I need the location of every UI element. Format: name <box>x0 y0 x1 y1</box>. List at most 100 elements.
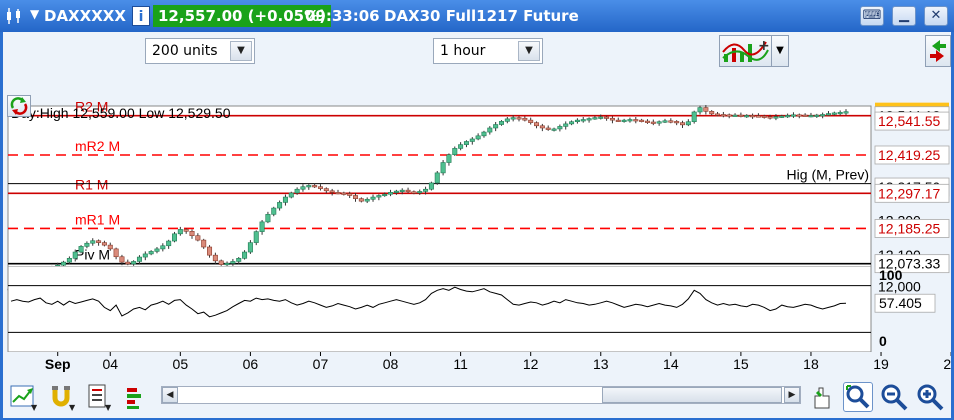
candle-body <box>242 251 248 259</box>
close-button[interactable]: ✕ <box>924 6 948 26</box>
candle-body <box>212 254 218 262</box>
scroll-thumb[interactable] <box>602 387 782 403</box>
refresh-button[interactable] <box>7 95 31 117</box>
chart-type-button[interactable]: ▼ <box>9 382 39 412</box>
candle-body <box>773 116 779 119</box>
candle-body <box>358 198 364 202</box>
zoom-in-icon <box>917 384 944 411</box>
pivot-label: mR2 M <box>75 138 120 154</box>
candle-body <box>738 114 744 117</box>
candle-body <box>61 261 67 266</box>
swap-arrows-icon <box>930 40 946 62</box>
time-scrollbar[interactable]: ◀ ▶ <box>161 386 801 404</box>
hig-label: Hig (M, Prev) <box>787 167 869 183</box>
x-tick-label: 20 <box>943 356 951 372</box>
minimize-button[interactable]: ▁ <box>892 6 916 26</box>
candle-body <box>516 117 522 120</box>
price-tag: 12,419.25 <box>878 147 940 163</box>
candle-body <box>498 121 504 125</box>
candle-body <box>615 119 621 122</box>
instrument-name: DAX30 Full1217 Future <box>384 7 579 25</box>
oscillator-chart[interactable]: 100 0 57.405 <box>3 266 951 352</box>
candle-body <box>639 119 645 122</box>
timeframe-select[interactable]: 1 hour ▼ <box>433 38 543 64</box>
zoom-out-icon <box>881 384 908 411</box>
list-button[interactable]: ▼ <box>85 382 115 412</box>
zoom-out-button[interactable] <box>879 382 909 412</box>
zoom-in-button[interactable] <box>915 382 945 412</box>
candle-body <box>282 196 288 203</box>
oscillator-value-label: 57.405 <box>879 295 922 311</box>
candle-body <box>253 231 259 243</box>
scroll-left-icon[interactable]: ◀ <box>162 387 178 403</box>
candle-body <box>551 128 557 131</box>
candle-body <box>802 114 808 117</box>
candle-body <box>434 172 440 184</box>
candle-body <box>808 115 814 118</box>
candle-body <box>72 251 78 259</box>
candle-body <box>218 260 224 265</box>
units-select[interactable]: 200 units ▼ <box>145 38 255 64</box>
candle-body <box>393 190 399 193</box>
symbol-name[interactable]: DAXXXXX <box>44 6 126 26</box>
bars-button[interactable] <box>123 382 153 412</box>
chevron-down-icon[interactable]: ▼ <box>230 41 252 61</box>
candle-body <box>84 242 90 247</box>
candle-body <box>341 192 347 195</box>
candle-body <box>136 256 142 262</box>
candle-body <box>271 207 277 215</box>
trend-chart-icon: ▼ <box>10 385 38 412</box>
candle-body <box>563 123 569 127</box>
candle-body <box>446 154 452 163</box>
candle-body <box>604 116 610 119</box>
magnet-button[interactable]: ▼ <box>47 382 77 412</box>
symbol-dropdown-icon[interactable]: ▼ <box>30 7 39 21</box>
candle-body <box>96 240 102 243</box>
candle-body <box>650 121 656 124</box>
candle-body <box>580 119 586 122</box>
chevron-down-icon[interactable]: ▼ <box>518 41 540 61</box>
candle-body <box>779 115 785 118</box>
candle-body <box>113 248 119 258</box>
candle-body <box>528 119 534 123</box>
candle-body <box>166 240 172 247</box>
candle-body <box>662 120 668 123</box>
candlestick-chart-icon <box>7 8 20 24</box>
x-tick-label: 18 <box>803 356 819 372</box>
candle-body <box>148 251 154 255</box>
x-tick-label: 13 <box>593 356 609 372</box>
zoom-fit-button[interactable] <box>843 382 873 412</box>
x-tick-label: 14 <box>663 356 679 372</box>
keyboard-icon[interactable]: ⌨ <box>860 6 884 26</box>
candle-body <box>732 114 738 117</box>
candle-body <box>160 245 166 250</box>
candle-body <box>154 248 160 252</box>
x-tick-label: 19 <box>873 356 889 372</box>
candle-body <box>207 246 213 256</box>
day-high-low-info: Day:High 12,559.00 Low 12,529.50 <box>11 105 231 121</box>
candle-body <box>423 188 429 192</box>
candle-body <box>680 122 686 126</box>
candle-body <box>539 125 545 129</box>
candle-body <box>452 148 458 155</box>
candle-body <box>487 127 493 133</box>
price-tag: 12,185.25 <box>878 220 940 236</box>
magnet-icon: ▼ <box>52 386 76 412</box>
indicators-button[interactable]: + <box>719 35 773 67</box>
lock-button[interactable] <box>807 382 837 412</box>
scroll-right-icon[interactable]: ▶ <box>784 387 800 403</box>
candle-body <box>510 117 516 120</box>
candle-body <box>417 191 423 194</box>
candle-body <box>224 263 230 266</box>
candle-body <box>230 261 236 264</box>
candle-body <box>189 231 195 237</box>
candle-body <box>171 233 177 242</box>
candle-body <box>837 111 843 115</box>
info-icon[interactable]: i <box>132 6 150 26</box>
x-tick-label: 07 <box>313 356 329 372</box>
candle-body <box>656 121 662 124</box>
indicators-dropdown-button[interactable]: ▼ <box>771 35 789 67</box>
expand-panel-button[interactable] <box>925 35 951 67</box>
x-tick-label: 06 <box>243 356 259 372</box>
candle-body <box>388 192 394 195</box>
